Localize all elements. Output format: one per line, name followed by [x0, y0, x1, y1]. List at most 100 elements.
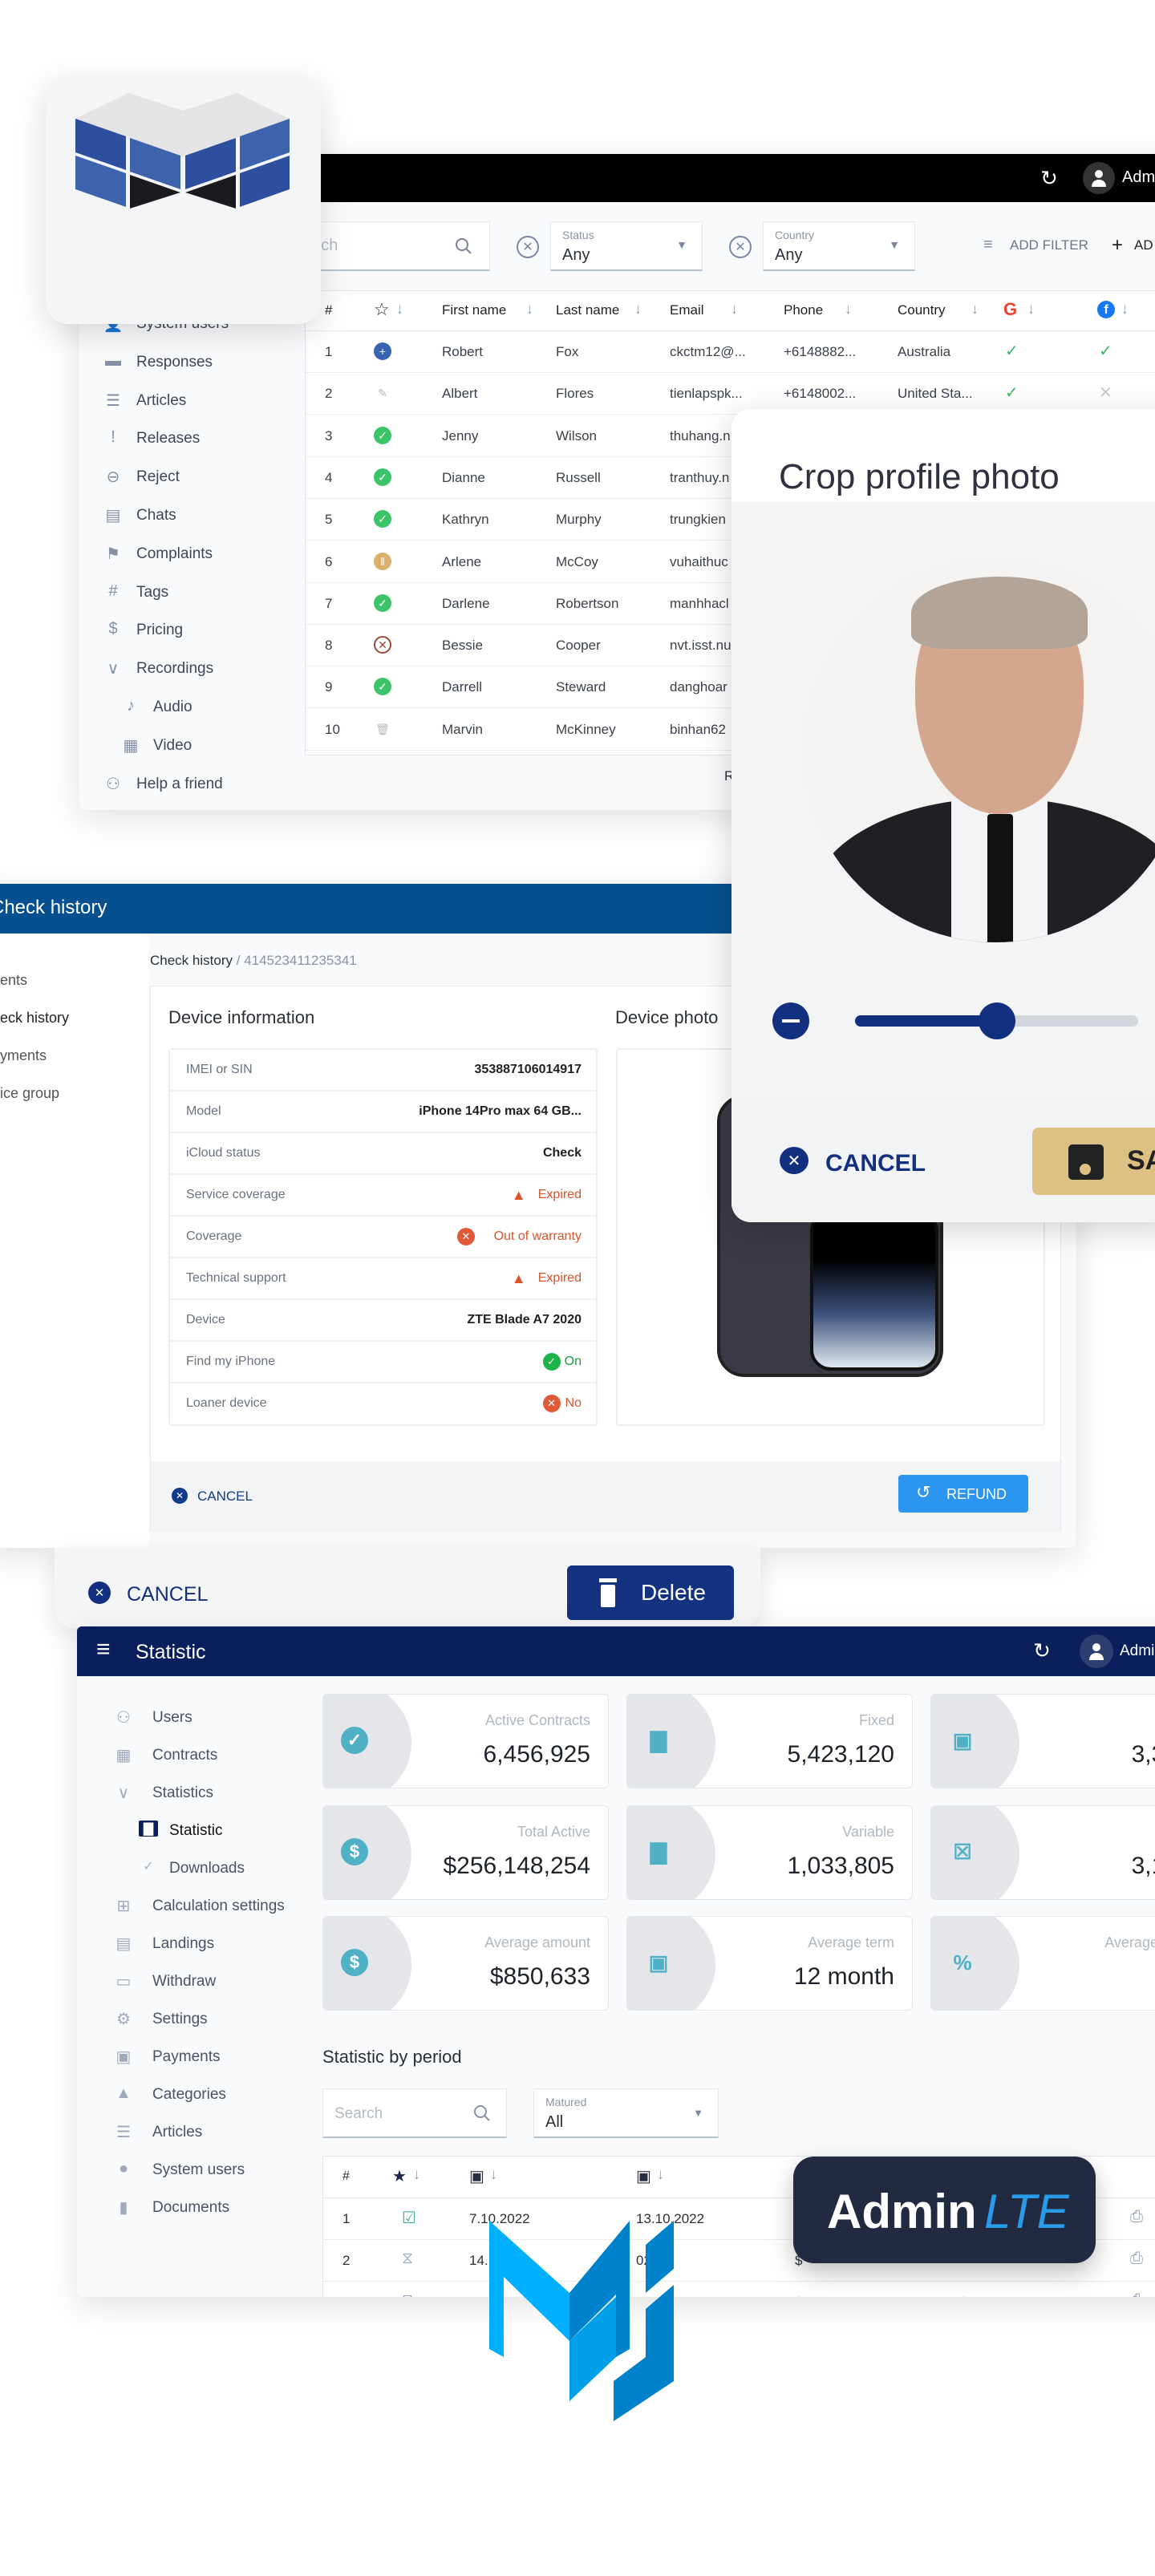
- sidebar-item-downloads[interactable]: ✓ Downloads: [77, 1853, 310, 1882]
- avatar[interactable]: [1083, 162, 1115, 194]
- sidebar-item-responses[interactable]: ▬ Responses: [79, 349, 303, 378]
- sidebar-item-tags[interactable]: # Tags: [79, 579, 303, 608]
- calendar-icon[interactable]: ▣: [469, 2166, 484, 2186]
- print-icon[interactable]: ⎙: [1130, 2291, 1143, 2297]
- sidebar-item[interactable]: ents: [0, 972, 27, 989]
- sidebar-item-calculation-settings[interactable]: ⊞ Calculation settings: [77, 1891, 310, 1920]
- profile-photo[interactable]: [803, 557, 1155, 942]
- sidebar-item-statistics[interactable]: ∨ Statistics: [77, 1778, 310, 1807]
- sidebar-item-articles[interactable]: ☰ Articles: [77, 2117, 310, 2146]
- column-header[interactable]: Phone: [784, 302, 823, 318]
- gear-icon: ⚙: [116, 2011, 131, 2028]
- sort-arrow-icon[interactable]: ↓: [1027, 301, 1035, 318]
- sort-arrow-icon[interactable]: ↓: [971, 301, 979, 318]
- sort-arrow-icon[interactable]: ↓: [657, 2166, 664, 2183]
- print-icon[interactable]: ⎙: [1130, 2250, 1143, 2268]
- sort-arrow-icon[interactable]: ↓: [1121, 301, 1129, 318]
- sort-arrow-icon[interactable]: ↓: [731, 301, 738, 318]
- sidebar-item-recordings[interactable]: ∨ Recordings: [79, 655, 303, 684]
- star-icon[interactable]: ☆: [374, 299, 390, 320]
- cell-email: nvt.isst.nu: [670, 638, 732, 654]
- clear-status-icon[interactable]: ✕: [517, 236, 539, 258]
- google-icon[interactable]: G: [1003, 299, 1017, 320]
- music-note-icon: ♪: [127, 697, 135, 715]
- sidebar-item-chats[interactable]: ▤ Chats: [79, 502, 303, 531]
- sidebar-item-pricing[interactable]: $ Pricing: [79, 617, 303, 646]
- ok-status-icon: ✓: [374, 678, 391, 696]
- menu-icon[interactable]: ≡: [96, 1636, 111, 1663]
- breadcrumb-parent[interactable]: Check history: [150, 953, 233, 968]
- check-icon: ✓: [1005, 384, 1019, 403]
- adminlte-logo-accent: LTE: [984, 2185, 1069, 2238]
- stat-card-label: Fixed: [858, 1712, 894, 1728]
- info-value: 353887106014917: [474, 1063, 582, 1076]
- save-button[interactable]: SA: [1032, 1128, 1155, 1195]
- sidebar-item-system-users[interactable]: ● System users: [77, 2155, 310, 2184]
- facebook-icon[interactable]: f: [1097, 301, 1115, 318]
- calendar-icon: ▣: [648, 1950, 669, 1975]
- sort-arrow-icon[interactable]: ↓: [396, 301, 403, 318]
- sidebar-item[interactable]: ice group: [0, 1085, 59, 1102]
- sidebar-item-audio[interactable]: ♪ Audio: [79, 694, 303, 723]
- matured-select[interactable]: Matured All ▼: [533, 2088, 719, 2138]
- check-circle-icon: ✓: [542, 1353, 561, 1371]
- cell-phone: +6148882...: [784, 344, 857, 359]
- search-input[interactable]: Search: [287, 221, 490, 271]
- column-header[interactable]: #: [342, 2169, 350, 2184]
- clear-country-icon[interactable]: ✕: [729, 236, 752, 258]
- sidebar-item-payments[interactable]: ▣ Payments: [77, 2042, 310, 2071]
- sidebar-item-documents[interactable]: ▮ Documents: [77, 2193, 310, 2222]
- column-header[interactable]: Last name: [556, 302, 619, 318]
- sort-arrow-icon[interactable]: ↓: [845, 301, 852, 318]
- user-name[interactable]: Admi: [1122, 168, 1155, 187]
- sidebar-item-landings[interactable]: ▤ Landings: [77, 1929, 310, 1958]
- info-value: Expired: [537, 1271, 582, 1285]
- sidebar-item-settings[interactable]: ⚙ Settings: [77, 2004, 310, 2033]
- zoom-slider[interactable]: [855, 1002, 1138, 1039]
- search-icon: [456, 238, 472, 254]
- sidebar-item-label: Responses: [136, 353, 213, 371]
- sidebar-item-help-a-friend[interactable]: ⚇ Help a friend: [79, 771, 303, 800]
- column-header[interactable]: Country: [898, 302, 946, 318]
- column-header[interactable]: #: [325, 302, 332, 318]
- cell-n: 10: [325, 721, 340, 737]
- column-header[interactable]: Email: [670, 302, 704, 318]
- sidebar-item-label: Recordings: [136, 660, 214, 678]
- sidebar-item-label: Calculation settings: [152, 1898, 285, 1914]
- country-select[interactable]: Country Any ▼: [763, 221, 915, 271]
- sort-arrow-icon[interactable]: ↓: [490, 2166, 497, 2183]
- avatar[interactable]: [1080, 1634, 1113, 1668]
- sort-arrow-icon[interactable]: ↓: [634, 301, 642, 318]
- sidebar-item-releases[interactable]: ! Releases: [79, 425, 303, 454]
- sidebar-item-articles[interactable]: ☰ Articles: [79, 387, 303, 416]
- print-icon[interactable]: ⎙: [1130, 2208, 1143, 2226]
- sidebar-item-withdraw[interactable]: ▭ Withdraw: [77, 1966, 310, 1995]
- sort-arrow-icon[interactable]: ↓: [413, 2166, 420, 2183]
- sidebar-item-contracts[interactable]: ▦ Contracts: [77, 1740, 310, 1769]
- star-icon[interactable]: ★: [392, 2166, 407, 2186]
- sort-arrow-icon[interactable]: ↓: [526, 301, 533, 318]
- zoom-slider-thumb[interactable]: [978, 1002, 1015, 1039]
- sidebar-item[interactable]: yments: [0, 1047, 47, 1064]
- cell-last: Fox: [556, 344, 579, 359]
- column-header[interactable]: First name: [442, 302, 506, 318]
- refresh-icon[interactable]: ↻: [1031, 1638, 1053, 1663]
- period-search-input[interactable]: Search: [322, 2088, 507, 2138]
- plus-icon: +: [1112, 234, 1124, 256]
- status-select[interactable]: Status Any ▼: [550, 221, 703, 271]
- table-row[interactable]: 1 + Robert Fox ckctm12@... +6148882... Austral…: [306, 331, 1155, 373]
- sidebar-item-statistic[interactable]: ▇ Statistic: [77, 1816, 310, 1845]
- sidebar-item-complaints[interactable]: ⚑ Complaints: [79, 541, 303, 569]
- refund-button[interactable]: ↺ REFUND: [898, 1475, 1028, 1513]
- sidebar-item[interactable]: eck history: [0, 1010, 69, 1027]
- sidebar-item-users[interactable]: ⚇ Users: [77, 1703, 310, 1732]
- sidebar-item-video[interactable]: ▦ Video: [79, 732, 303, 761]
- zoom-out-button[interactable]: [772, 1002, 809, 1039]
- refresh-icon[interactable]: ↻: [1038, 166, 1060, 190]
- info-value: iPhone 14Pro max 64 GB...: [419, 1104, 582, 1118]
- calendar-icon[interactable]: ▣: [636, 2166, 651, 2186]
- user-name[interactable]: Admi: [1120, 1642, 1154, 1660]
- delete-button[interactable]: Delete: [567, 1565, 734, 1620]
- sidebar-item-reject[interactable]: ⊖ Reject: [79, 464, 303, 492]
- sidebar-item-categories[interactable]: ▲ Categories: [77, 2080, 310, 2108]
